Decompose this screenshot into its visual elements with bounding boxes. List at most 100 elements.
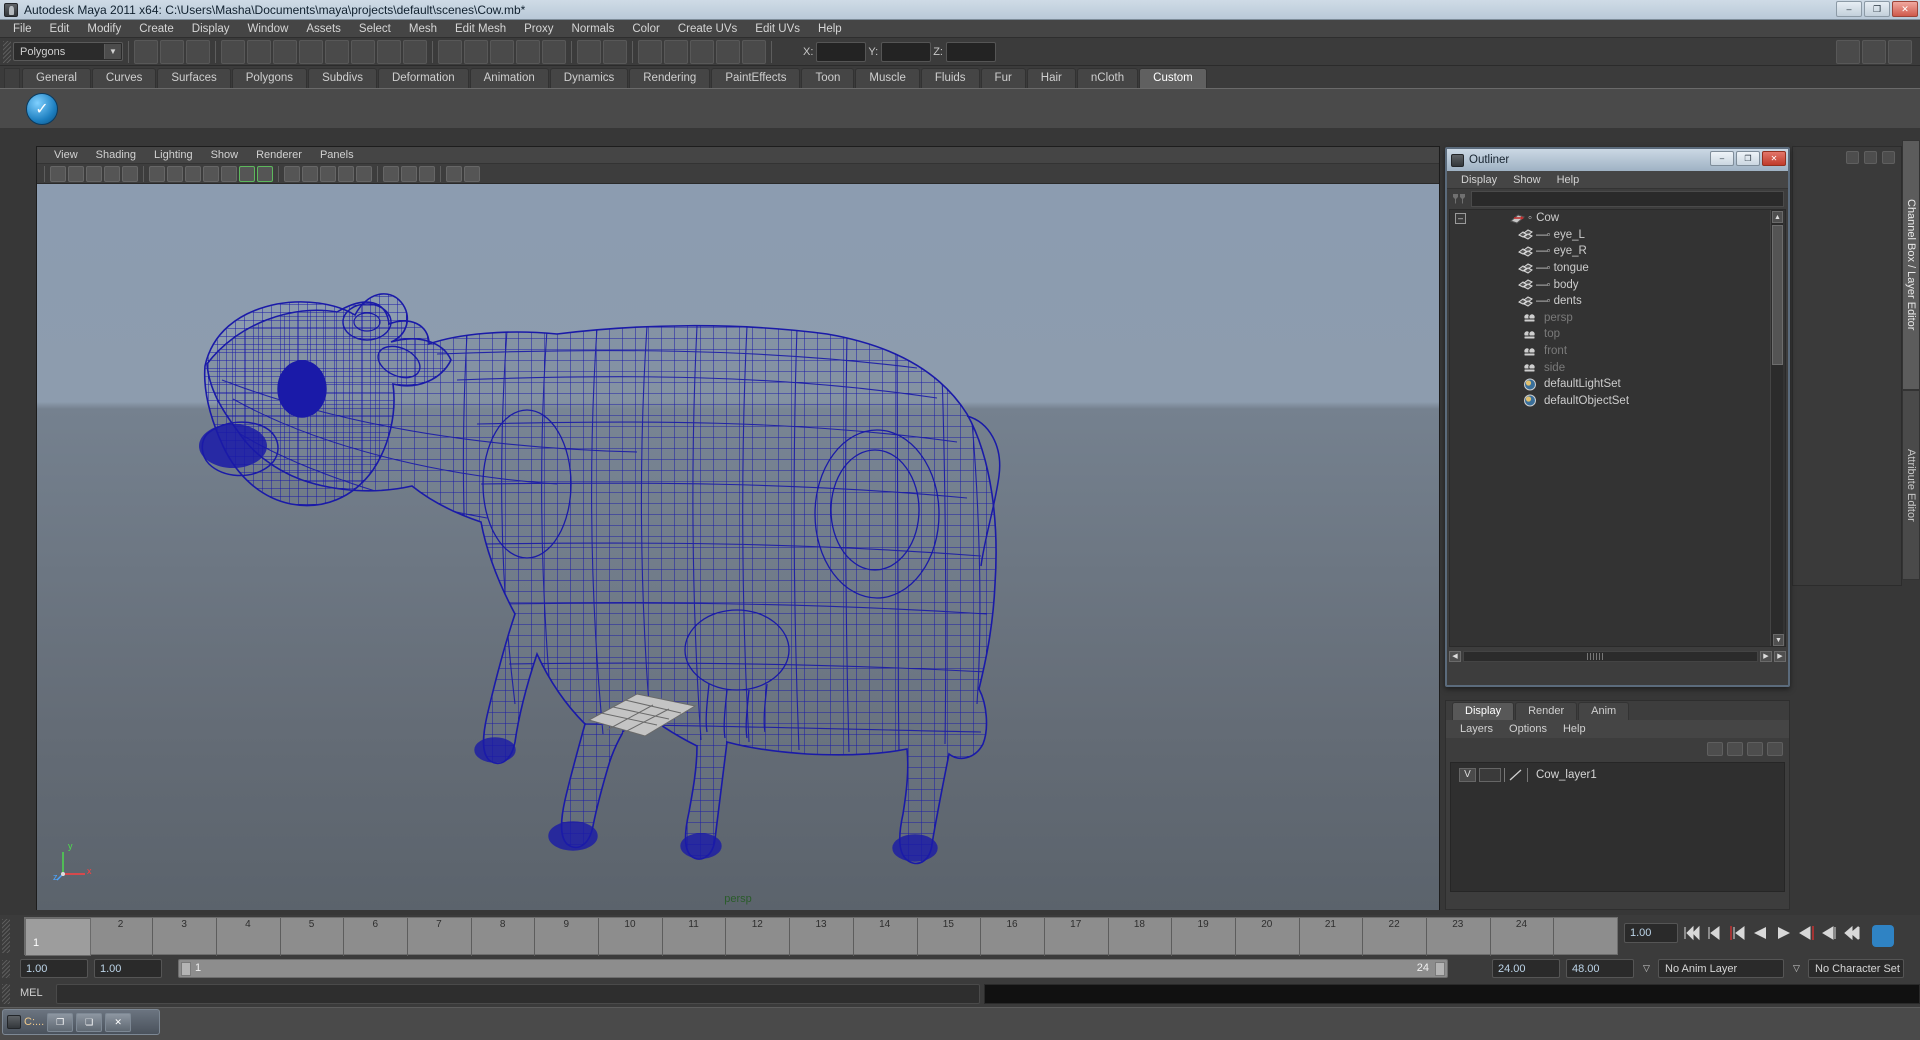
layer-tab-anim[interactable]: Anim bbox=[1578, 702, 1629, 720]
history-off-icon[interactable] bbox=[603, 40, 627, 64]
minimize-button[interactable]: – bbox=[1836, 1, 1862, 17]
menu-item-edit-mesh[interactable]: Edit Mesh bbox=[446, 20, 515, 38]
layer-visibility-toggle[interactable]: V bbox=[1459, 768, 1476, 782]
outliner-row-top[interactable]: top bbox=[1450, 326, 1785, 343]
menu-item-normals[interactable]: Normals bbox=[563, 20, 624, 38]
filter-icon[interactable] bbox=[1451, 191, 1467, 207]
checkmark-icon[interactable] bbox=[26, 93, 58, 125]
xray-icon[interactable] bbox=[401, 166, 417, 182]
shelf-tab-dynamics[interactable]: Dynamics bbox=[550, 68, 628, 88]
outliner-menu-show[interactable]: Show bbox=[1505, 174, 1549, 186]
menu-item-proxy[interactable]: Proxy bbox=[515, 20, 562, 38]
taskbar-item-maya[interactable]: C:... ❐ ❏ ✕ bbox=[2, 1009, 160, 1035]
animation-start-time-field[interactable]: 1.00 bbox=[20, 959, 88, 978]
animation-end-time-field[interactable]: 48.00 bbox=[1566, 959, 1634, 978]
shadows-icon[interactable] bbox=[383, 166, 399, 182]
scroll-left-button[interactable]: ◀ bbox=[1449, 651, 1461, 662]
playback-end-time-field[interactable]: 24.00 bbox=[1492, 959, 1560, 978]
grid-toggle-icon[interactable] bbox=[149, 166, 165, 182]
outliner-row-dents[interactable]: —◦dents bbox=[1450, 293, 1785, 310]
h-scroll-track[interactable] bbox=[1463, 651, 1758, 662]
new-layer-from-selected-icon[interactable] bbox=[1727, 742, 1743, 756]
snap-point-icon[interactable] bbox=[490, 40, 514, 64]
close-button[interactable]: ✕ bbox=[1892, 1, 1918, 17]
shelf-tab-subdivs[interactable]: Subdivs bbox=[308, 68, 377, 88]
vertical-tab-attribute-editor[interactable]: Attribute Editor bbox=[1902, 390, 1920, 580]
viewport-menu-panels[interactable]: Panels bbox=[311, 147, 363, 164]
taskbar-restore-button[interactable]: ❐ bbox=[47, 1013, 73, 1032]
go-to-start-button[interactable] bbox=[1682, 924, 1701, 942]
outliner-tree[interactable]: –◦Cow—◦eye_L—◦eye_R—◦tongue—◦body—◦dents… bbox=[1449, 209, 1786, 647]
shelf-tab-hair[interactable]: Hair bbox=[1027, 68, 1076, 88]
film-gate-icon[interactable] bbox=[167, 166, 183, 182]
viewport-menu-renderer[interactable]: Renderer bbox=[247, 147, 311, 164]
play-backwards-button[interactable] bbox=[1751, 924, 1770, 942]
menu-item-color[interactable]: Color bbox=[623, 20, 668, 38]
range-handle-left[interactable] bbox=[181, 962, 191, 976]
shelf-tab-polygons[interactable]: Polygons bbox=[232, 68, 307, 88]
shelf-tab-fur[interactable]: Fur bbox=[981, 68, 1026, 88]
render-view-icon[interactable] bbox=[742, 40, 766, 64]
taskbar-close-button[interactable]: ✕ bbox=[105, 1013, 131, 1032]
outliner-expander[interactable]: – bbox=[1455, 213, 1466, 224]
go-to-end-button[interactable] bbox=[1843, 924, 1862, 942]
menu-item-display[interactable]: Display bbox=[183, 20, 239, 38]
mask-handle-icon[interactable] bbox=[221, 40, 245, 64]
render-current-frame-icon[interactable] bbox=[638, 40, 662, 64]
maximize-button[interactable]: ❐ bbox=[1864, 1, 1890, 17]
range-slider[interactable]: 1 24 bbox=[178, 959, 1448, 978]
range-slider-grip[interactable] bbox=[2, 960, 10, 978]
select-camera-icon[interactable] bbox=[50, 166, 66, 182]
menu-item-select[interactable]: Select bbox=[350, 20, 400, 38]
layer-list[interactable]: VCow_layer1 bbox=[1450, 762, 1785, 892]
move-layer-up-icon[interactable] bbox=[1747, 742, 1763, 756]
outliner-row-side[interactable]: side bbox=[1450, 359, 1785, 376]
show-attribute-editor-icon[interactable] bbox=[1888, 40, 1912, 64]
range-handle-right[interactable] bbox=[1435, 962, 1445, 976]
menu-item-modify[interactable]: Modify bbox=[78, 20, 130, 38]
hypershade-icon[interactable] bbox=[716, 40, 740, 64]
y-field[interactable] bbox=[881, 42, 931, 62]
z-field[interactable] bbox=[946, 42, 996, 62]
history-on-icon[interactable] bbox=[577, 40, 601, 64]
outliner-row-persp[interactable]: persp bbox=[1450, 310, 1785, 327]
xray-joints-icon[interactable] bbox=[419, 166, 435, 182]
ipr-render-icon[interactable] bbox=[664, 40, 688, 64]
outliner-menu-display[interactable]: Display bbox=[1453, 174, 1505, 186]
layer-playback-toggle[interactable] bbox=[1479, 768, 1501, 782]
menu-item-assets[interactable]: Assets bbox=[297, 20, 350, 38]
step-back-frame-button[interactable] bbox=[1728, 924, 1747, 942]
move-layer-down-icon[interactable] bbox=[1767, 742, 1783, 756]
time-slider-track[interactable]: 123456789101112131415161718192021222324 … bbox=[24, 917, 1618, 955]
show-layer-editor-icon[interactable] bbox=[1862, 40, 1886, 64]
pencil-icon[interactable] bbox=[1882, 151, 1895, 164]
mel-command-input[interactable] bbox=[56, 984, 980, 1004]
menu-item-window[interactable]: Window bbox=[238, 20, 297, 38]
outliner-title-bar[interactable]: Outliner – ❐ ✕ bbox=[1447, 149, 1788, 171]
outliner-row-defaultLightSet[interactable]: defaultLightSet bbox=[1450, 376, 1785, 393]
shelf-tab-animation[interactable]: Animation bbox=[470, 68, 549, 88]
lighting-icon[interactable] bbox=[356, 166, 372, 182]
vertical-tab-channel-box-layer-editor[interactable]: Channel Box / Layer Editor bbox=[1902, 140, 1920, 390]
layer-menu-layers[interactable]: Layers bbox=[1452, 723, 1501, 735]
outliner-maximize-button[interactable]: ❐ bbox=[1736, 151, 1760, 166]
taskbar-maximize-button[interactable]: ❏ bbox=[76, 1013, 102, 1032]
mask-misc-icon[interactable] bbox=[403, 40, 427, 64]
current-frame-indicator[interactable]: 1 bbox=[25, 918, 91, 956]
shelf-tab-general[interactable]: General bbox=[22, 68, 91, 88]
channel-box-toggle-icon[interactable] bbox=[1846, 151, 1859, 164]
mask-joints-icon[interactable] bbox=[247, 40, 271, 64]
scroll-right-button-2[interactable]: ▶ bbox=[1774, 651, 1786, 662]
layer-tab-display[interactable]: Display bbox=[1452, 702, 1514, 720]
outliner-search-input[interactable] bbox=[1471, 191, 1784, 207]
resolution-gate-icon[interactable] bbox=[185, 166, 201, 182]
anim-layer-select[interactable]: No Anim Layer bbox=[1658, 959, 1784, 978]
mask-dynamics-icon[interactable] bbox=[351, 40, 375, 64]
outliner-row-eye_R[interactable]: —◦eye_R bbox=[1450, 243, 1785, 260]
transform-field-toggle-icon[interactable] bbox=[777, 40, 801, 64]
scroll-thumb[interactable] bbox=[1772, 225, 1783, 365]
shelf-tab-fluids[interactable]: Fluids bbox=[921, 68, 980, 88]
viewport-menu-shading[interactable]: Shading bbox=[87, 147, 145, 164]
safe-action-icon[interactable] bbox=[239, 166, 255, 182]
select-object-icon[interactable] bbox=[160, 40, 184, 64]
